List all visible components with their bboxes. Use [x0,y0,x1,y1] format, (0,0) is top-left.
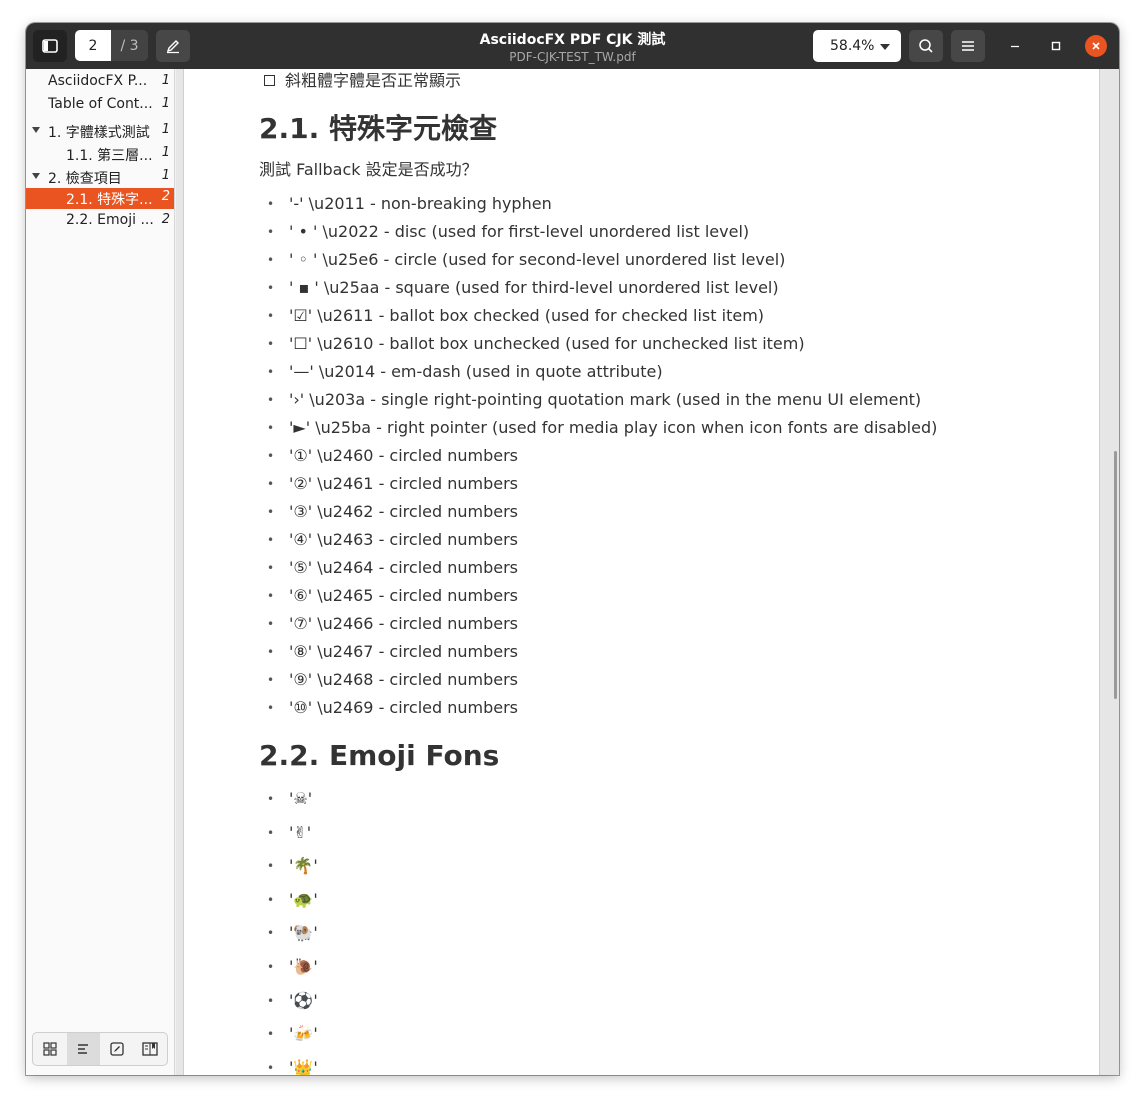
outline-item-selected[interactable]: 2.1. 特殊字... 2 [26,188,174,209]
close-button[interactable] [1085,35,1107,57]
list-item: ' ▪ ' \u25aa - square (used for third-le… [259,277,937,305]
special-chars-list: '‑' \u2011 - non-breaking hyphen ' • ' \… [259,193,937,725]
app-window: 2 / 3 AsciidocFX PDF CJK 測試 PDF-CJK-TEST… [26,23,1119,1075]
list-item: '☑' \u2611 - ballot box checked (used fo… [259,305,937,333]
bookmarks-tab[interactable] [134,1033,168,1065]
list-item: '⑧' \u2467 - circled numbers [259,641,937,669]
expander-down-icon[interactable] [32,127,40,133]
list-item: ' ◦ ' \u25e6 - circle (used for second-l… [259,249,937,277]
page-number-entry[interactable]: 2 / 3 [75,30,148,61]
menu-icon [962,41,974,51]
list-item: '⑩' \u2469 - circled numbers [259,697,937,725]
close-icon [1092,42,1100,50]
maximize-button[interactable] [1045,35,1067,57]
list-item: '►' \u25ba - right pointer (used for med… [259,417,937,445]
outline-item[interactable]: 1.1. 第三層... 1 [26,144,174,164]
outline-item-page: 1 [161,96,170,111]
minimize-icon [1011,45,1019,48]
list-item: '›' \u203a - single right-pointing quota… [259,389,937,417]
emoji-item-beer-mugs: '🍻' [259,1023,318,1057]
outline-item[interactable]: Table of Cont... 1 [26,95,174,115]
emoji-item-turtle: '🐢' [259,889,318,923]
sidebar-toggle-icon [42,39,58,53]
annotations-tab[interactable] [100,1033,134,1065]
maximize-icon [1051,41,1061,51]
outline-sidebar: AsciidocFX P... 1 Table of Cont... 1 1. … [26,69,175,1075]
pdf-page: 斜粗體字體是否正常顯示 2.1. 特殊字元檢查 測試 Fallback 設定是否… [184,69,1099,1075]
total-pages-label: / 3 [120,37,139,54]
outline-item-label: 2. 檢查項目 [48,171,122,187]
outline-item-page: 2 [161,212,170,227]
emoji-item-snail: '🐌' [259,956,318,990]
list-item: '⑨' \u2468 - circled numbers [259,669,937,697]
outline-item[interactable]: 1. 字體樣式測試 1 [26,121,174,141]
search-icon [919,39,933,53]
document-view[interactable]: 斜粗體字體是否正常顯示 2.1. 特殊字元檢查 測試 Fallback 設定是否… [176,69,1119,1075]
search-button[interactable] [909,30,943,62]
emoji-item-soccer-ball: '⚽' [259,990,318,1024]
list-item: '③' \u2462 - circled numbers [259,501,937,529]
outline-item-label: 2.1. 特殊字... [66,192,153,208]
outline-item-label: Table of Cont... [48,96,153,112]
emoji-list: '☠' '✌' '🌴' '🐢' '🐏' '🐌' '⚽' '🍻' '👑' [259,788,318,1075]
list-item: ' • ' \u2022 - disc (used for first-leve… [259,221,937,249]
list-item: '⑤' \u2464 - circled numbers [259,557,937,585]
emoji-item-skull: '☠' [259,788,318,822]
sidebar-view-switcher [32,1032,168,1066]
list-item: '‑' \u2011 - non-breaking hyphen [259,193,937,221]
annotate-button[interactable] [156,30,190,62]
outline-item-page: 2 [161,189,170,204]
emoji-item-crown: '👑' [259,1057,318,1075]
main-menu-button[interactable] [951,30,985,62]
current-page-input[interactable]: 2 [75,30,111,61]
outline-item-page: 1 [161,168,170,183]
list-item: '—' \u2014 - em-dash (used in quote attr… [259,361,937,389]
outline-tab[interactable] [66,1033,100,1065]
list-item: '①' \u2460 - circled numbers [259,445,937,473]
zoom-value: 58.4% [830,38,875,54]
outline-item-page: 1 [161,73,170,88]
outline-item-label: 2.2. Emoji ... [66,212,154,228]
list-item: '②' \u2461 - circled numbers [259,473,937,501]
outline-icon [78,1044,89,1054]
outline-item-label: 1. 字體樣式測試 [48,125,150,141]
intro-paragraph: 測試 Fallback 設定是否成功？ [259,160,478,179]
section-heading-emoji: 2.2. Emoji Fons [259,739,500,772]
emoji-item-ram: '🐏' [259,922,318,956]
sidebar-toggle-button[interactable] [33,30,67,62]
outline-item-label: 1.1. 第三層... [66,148,153,164]
emoji-item-victory-hand: '✌' [259,822,318,856]
checklist-item: 斜粗體字體是否正常顯示 [264,69,461,91]
minimize-button[interactable] [1004,35,1026,57]
header-bar: 2 / 3 AsciidocFX PDF CJK 測試 PDF-CJK-TEST… [26,23,1119,69]
list-item: '④' \u2463 - circled numbers [259,529,937,557]
list-item: '⑥' \u2465 - circled numbers [259,585,937,613]
annotations-icon [110,1042,124,1056]
outline-item-page: 1 [161,122,170,137]
bookmarks-icon [142,1042,158,1056]
checklist-item-text: 斜粗體字體是否正常顯示 [285,71,462,90]
emoji-item-palm-tree: '🌴' [259,855,318,889]
list-item: '⑦' \u2466 - circled numbers [259,613,937,641]
outline-item-label: AsciidocFX P... [48,73,148,89]
list-item: '☐' \u2610 - ballot box unchecked (used … [259,333,937,361]
outline-item[interactable]: 2.2. Emoji ... 2 [26,211,174,231]
chevron-down-icon [880,44,890,50]
checkbox-unchecked-icon [264,75,275,86]
section-heading-special-chars: 2.1. 特殊字元檢查 [259,112,497,145]
outline-item-page: 1 [161,145,170,160]
thumbnails-icon [43,1042,57,1056]
vertical-scrollbar[interactable] [1114,451,1117,699]
annotate-icon [166,40,179,54]
outline-item[interactable]: AsciidocFX P... 1 [26,72,174,92]
thumbnails-tab[interactable] [33,1033,67,1065]
expander-down-icon[interactable] [32,173,40,179]
zoom-dropdown[interactable]: 58.4% [813,30,901,62]
outline-item[interactable]: 2. 檢查項目 1 [26,167,174,187]
